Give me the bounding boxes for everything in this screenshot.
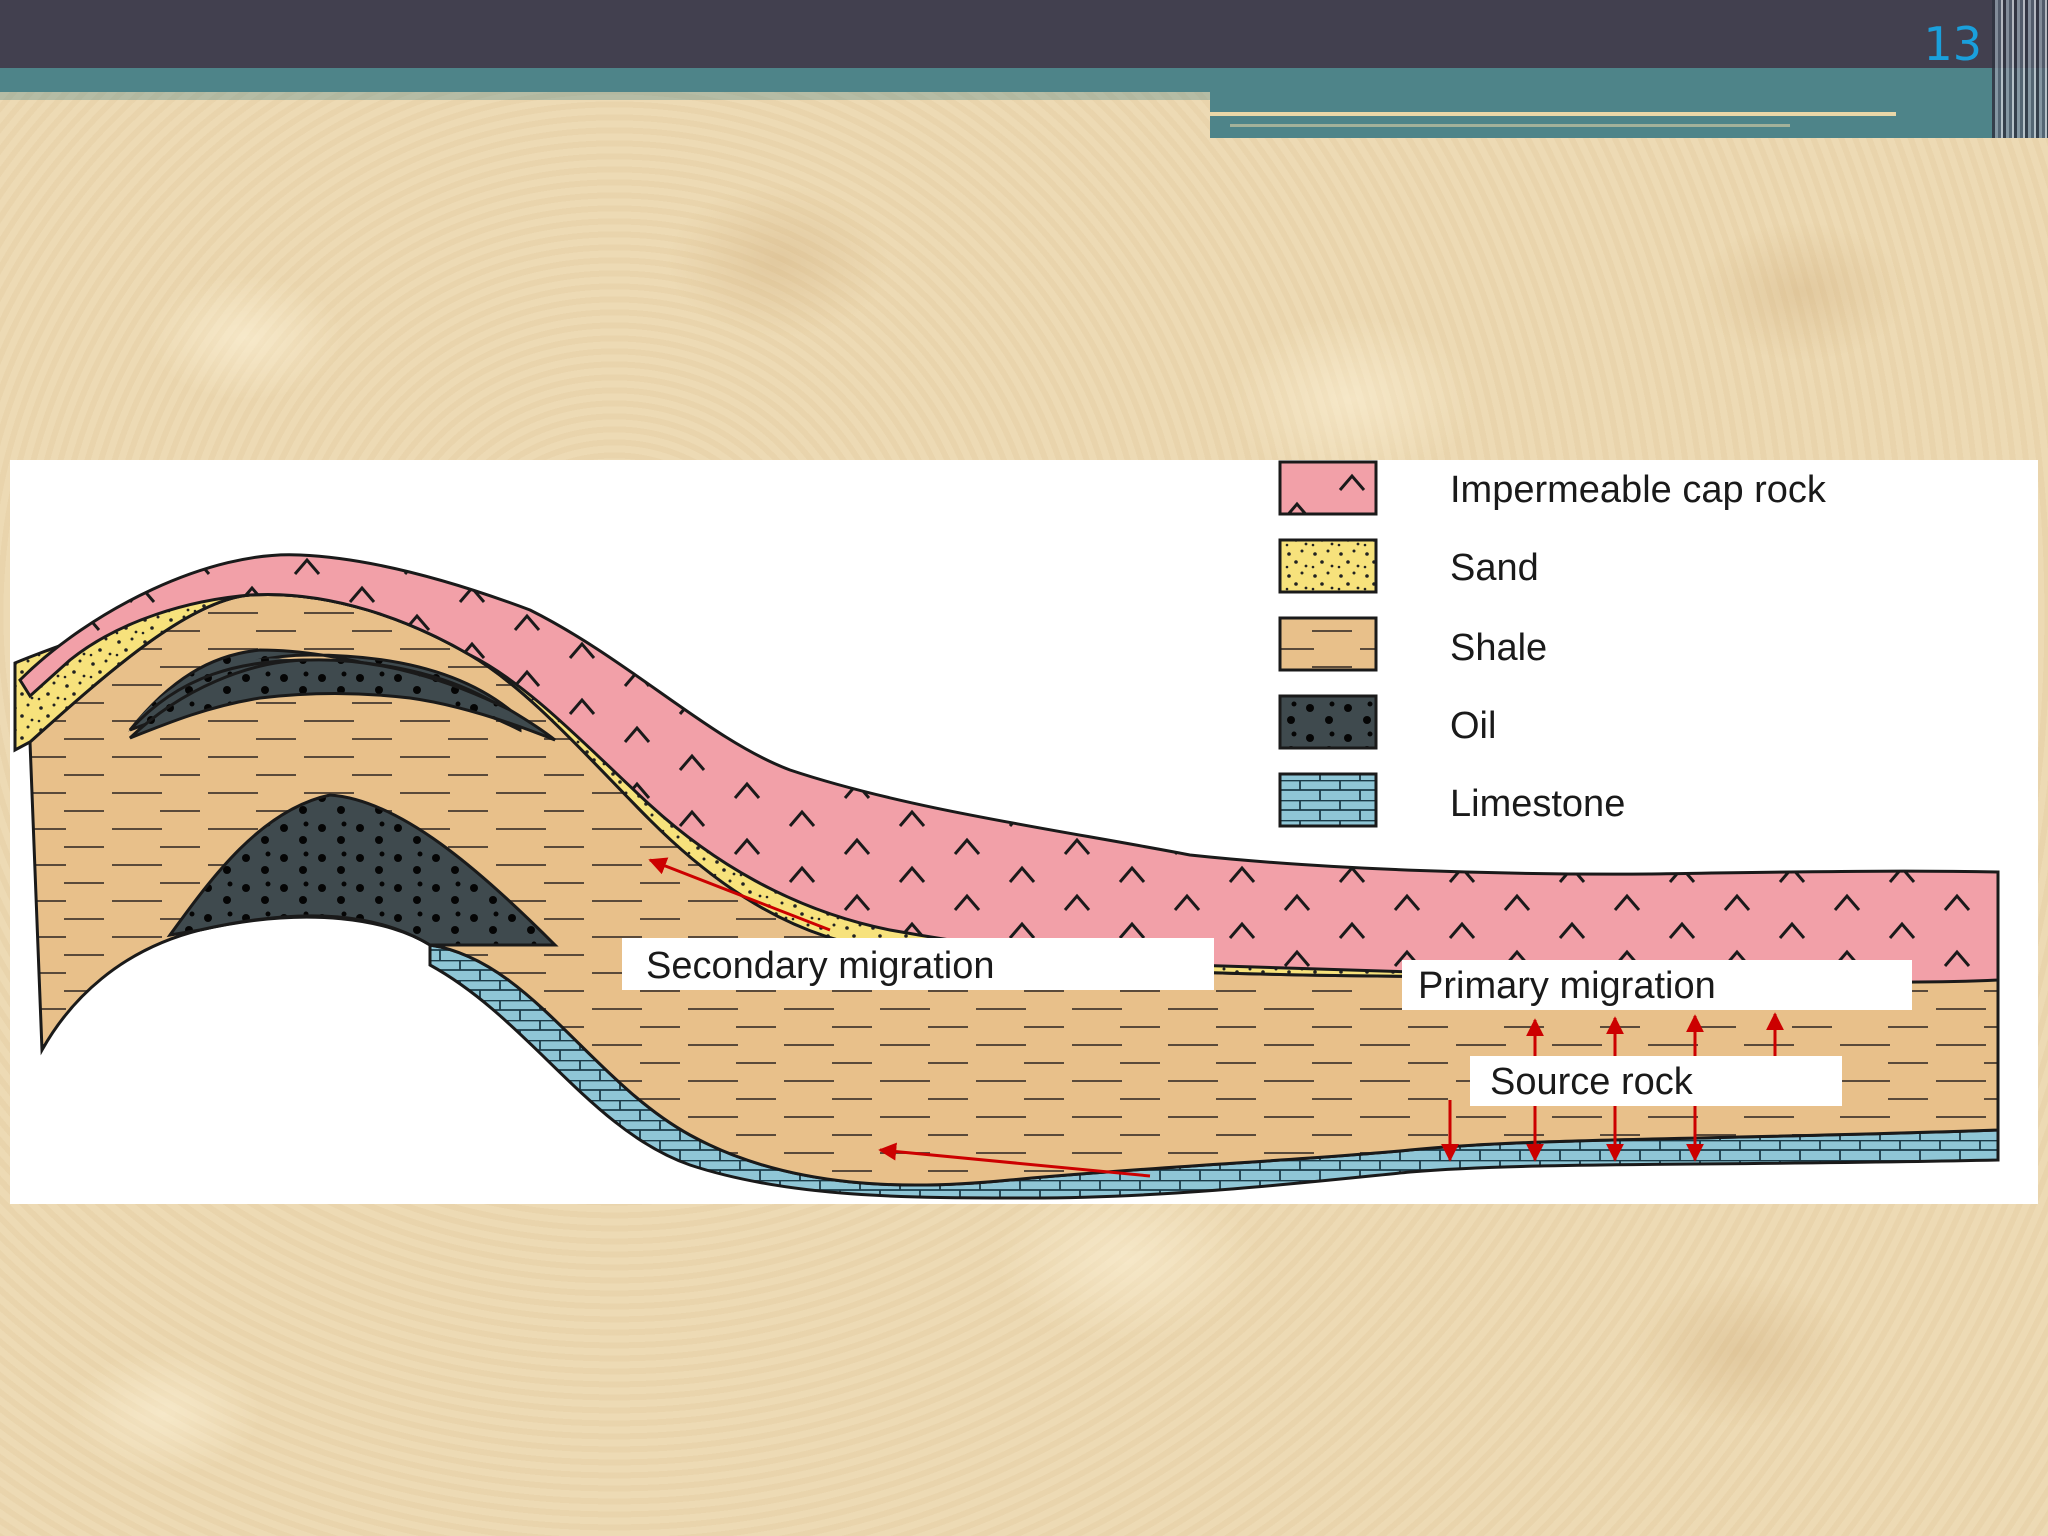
legend-swatch-limestone xyxy=(1278,772,1378,828)
accent-bar-shadow xyxy=(0,92,1210,100)
source-rock-label: Source rock xyxy=(1490,1061,1694,1103)
legend-swatch-oil xyxy=(1278,694,1378,750)
legend-label-oil: Oil xyxy=(1450,705,1496,747)
legend-item-oil: Oil xyxy=(1278,694,1496,750)
primary-migration-label: Primary migration xyxy=(1418,965,1716,1007)
legend-label-cap-rock: Impermeable cap rock xyxy=(1450,469,1827,511)
legend: Impermeable cap rock Sand Shale Oil Lime… xyxy=(1278,460,1827,828)
legend-label-shale: Shale xyxy=(1450,627,1547,669)
legend-item-shale: Shale xyxy=(1278,616,1547,672)
legend-item-sand: Sand xyxy=(1278,538,1539,594)
title-bar xyxy=(0,0,2048,68)
legend-label-sand: Sand xyxy=(1450,547,1539,589)
accent-tab-line xyxy=(1210,112,1896,116)
legend-label-limestone: Limestone xyxy=(1450,783,1625,825)
accent-bar xyxy=(0,68,2048,92)
accent-tab-line-secondary xyxy=(1230,124,1790,127)
legend-item-limestone: Limestone xyxy=(1278,772,1625,828)
legend-swatch-cap-rock xyxy=(1278,460,1378,516)
diagram-canvas: Secondary migration Primary migration So… xyxy=(13,460,2000,1200)
legend-swatch-sand xyxy=(1278,538,1378,594)
legend-item-cap-rock: Impermeable cap rock xyxy=(1278,460,1827,516)
edge-stripes xyxy=(1992,0,2048,138)
slide-number: 13 xyxy=(1923,17,1982,71)
petroleum-migration-diagram: Secondary migration Primary migration So… xyxy=(10,460,2038,1204)
legend-swatch-shale xyxy=(1278,616,1378,672)
secondary-migration-label: Secondary migration xyxy=(646,945,995,987)
